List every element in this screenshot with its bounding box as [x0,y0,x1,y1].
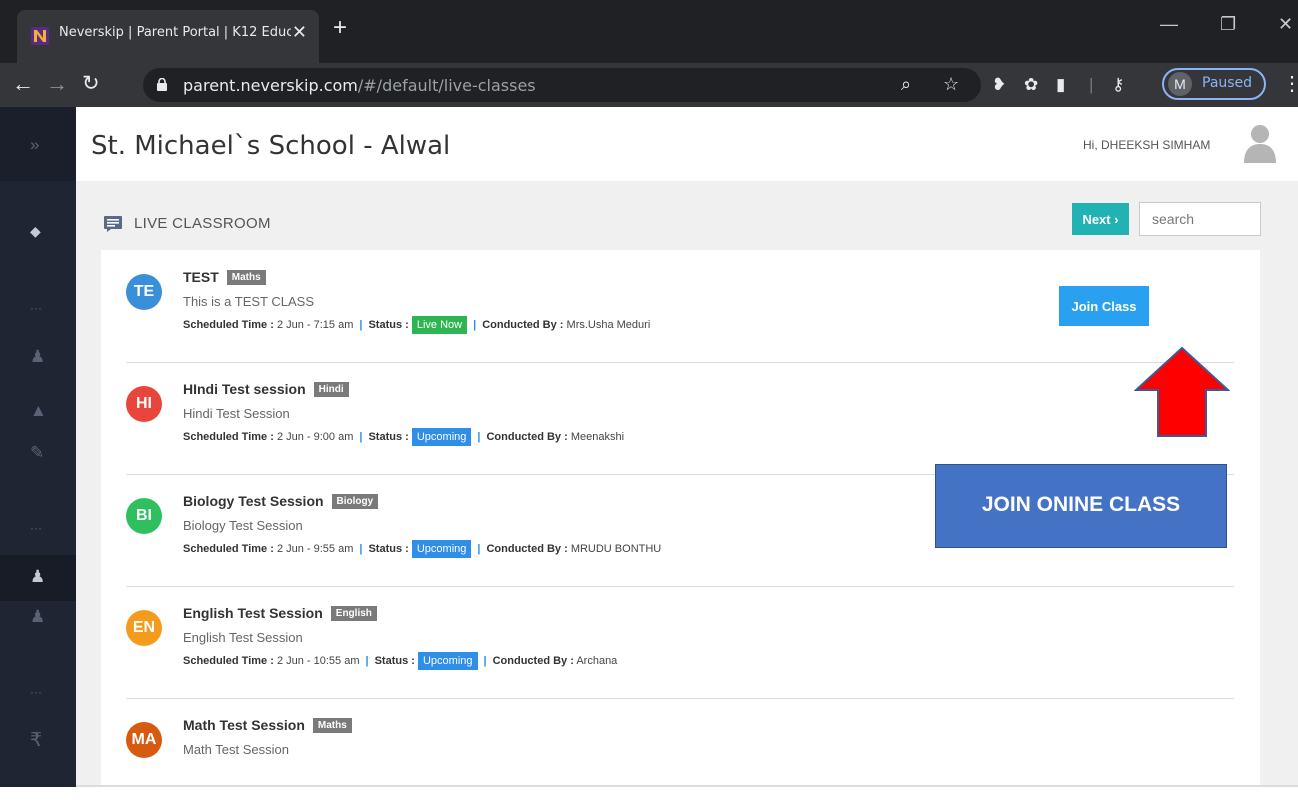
new-tab-icon[interactable]: + [333,14,347,42]
class-name: Math Test Session Maths [183,717,352,734]
class-avatar: EN [126,610,162,646]
browser-menu-icon[interactable]: ⋮ [1282,71,1298,96]
class-description: English Test Session [183,630,303,645]
list-item: EN English Test Session English English T… [126,586,1234,699]
bookmark-star-icon[interactable]: ☆ [943,74,959,95]
user-avatar-icon[interactable] [1243,123,1277,163]
zoom-icon[interactable]: ⌕ [901,74,911,95]
class-description: Biology Test Session [183,518,303,533]
tab-title: Neverskip | Parent Portal | K12 Educatio… [59,25,291,40]
app-sidebar: » ◆ ··· ♟ ▲ ✎ ··· ♟ ♟ ··· ₹ [0,107,76,787]
class-meta: Scheduled Time : 2 Jun - 7:15 am | Status … [183,316,650,334]
next-button[interactable]: Next › [1072,203,1129,235]
expand-icon[interactable]: » [30,135,39,155]
window-close-icon[interactable]: ✕ [1278,14,1293,35]
class-avatar: HI [126,386,162,422]
lock-icon [157,78,167,91]
list-item: MA Math Test Session Maths Math Test Sess… [126,698,1234,810]
page-header: St. Michael`s School - Alwal Hi, DHEEKSH… [76,107,1298,181]
subject-badge: Maths [226,269,266,285]
password-key-icon[interactable]: ⚷ [1112,75,1124,95]
join-class-button[interactable]: Join Class [1059,286,1149,326]
restore-icon[interactable]: ❐ [1220,14,1236,35]
list-item: HI HIndi Test session Hindi Hindi Test Se… [126,362,1234,475]
teacher-icon[interactable]: ♟ [30,567,45,587]
chat-icon [104,216,122,232]
class-description: Hindi Test Session [183,406,290,421]
extension-icon[interactable]: ▮ [1056,75,1065,95]
url-text: parent.neverskip.com/#/default/live-clas… [183,76,536,95]
class-avatar: MA [126,722,162,758]
class-avatar: TE [126,274,162,310]
rupee-icon[interactable]: ₹ [30,729,42,752]
class-meta: Scheduled Time : 2 Jun - 9:00 am | Status … [183,428,624,446]
class-avatar: BI [126,498,162,534]
class-description: This is a TEST CLASS [183,294,315,309]
reload-icon[interactable]: ↻ [82,71,100,96]
status-badge: Upcoming [411,428,472,446]
subject-badge: Maths [312,717,352,733]
browser-toolbar: ← → ↻ parent.neverskip.com/#/default/liv… [0,63,1298,107]
class-name: TEST Maths [183,269,266,286]
subject-badge: Hindi [313,381,349,397]
profile-status: Paused [1202,75,1253,91]
dashboard-icon[interactable]: ◆ [30,223,41,240]
more-dots-icon: ··· [30,685,42,699]
tab-close-icon[interactable]: ✕ [292,22,307,43]
more-dots-icon: ··· [30,521,42,535]
status-badge: Live Now [411,316,468,334]
browser-tab-bar: Neverskip | Parent Portal | K12 Educatio… [0,0,1298,63]
user-greeting: Hi, DHEEKSH SIMHAM [1083,138,1211,152]
class-name: Biology Test Session Biology [183,493,379,510]
section-title: LIVE CLASSROOM [134,215,271,232]
toolbar-divider: | [1089,75,1094,94]
neverskip-favicon-icon [31,27,49,45]
annotation-callout: JOIN ONINE CLASS [935,464,1227,548]
school-name: St. Michael`s School - Alwal [91,131,451,161]
user-icon[interactable]: ♟ [30,607,45,627]
subject-badge: English [330,605,377,621]
class-description: Math Test Session [183,742,289,757]
profile-button[interactable]: M Paused [1162,68,1266,100]
forward-icon[interactable]: → [46,71,68,97]
address-bar[interactable]: parent.neverskip.com/#/default/live-clas… [143,68,981,102]
more-dots-icon: ··· [30,301,42,315]
extension-icon[interactable]: ❥ [992,75,1006,95]
graduation-cap-icon[interactable]: ▲ [30,401,47,421]
class-name: HIndi Test session Hindi [183,381,349,398]
minimize-icon[interactable]: — [1160,14,1178,35]
profile-avatar: M [1168,72,1192,96]
back-icon[interactable]: ← [12,71,34,97]
class-name: English Test Session English [183,605,377,622]
status-badge: Upcoming [411,540,472,558]
class-meta: Scheduled Time : 2 Jun - 9:55 am | Status … [183,540,661,558]
red-arrow-up-icon [1134,346,1230,437]
attendance-icon[interactable]: ✎ [30,443,44,463]
browser-tab[interactable]: Neverskip | Parent Portal | K12 Educatio… [17,10,319,63]
status-badge: Upcoming [417,652,478,670]
search-input[interactable] [1139,202,1261,236]
subject-badge: Biology [331,493,379,509]
extension-icon[interactable]: ✿ [1024,75,1038,95]
student-icon[interactable]: ♟ [30,347,45,367]
class-meta: Scheduled Time : 2 Jun - 10:55 am | Status… [183,652,617,670]
